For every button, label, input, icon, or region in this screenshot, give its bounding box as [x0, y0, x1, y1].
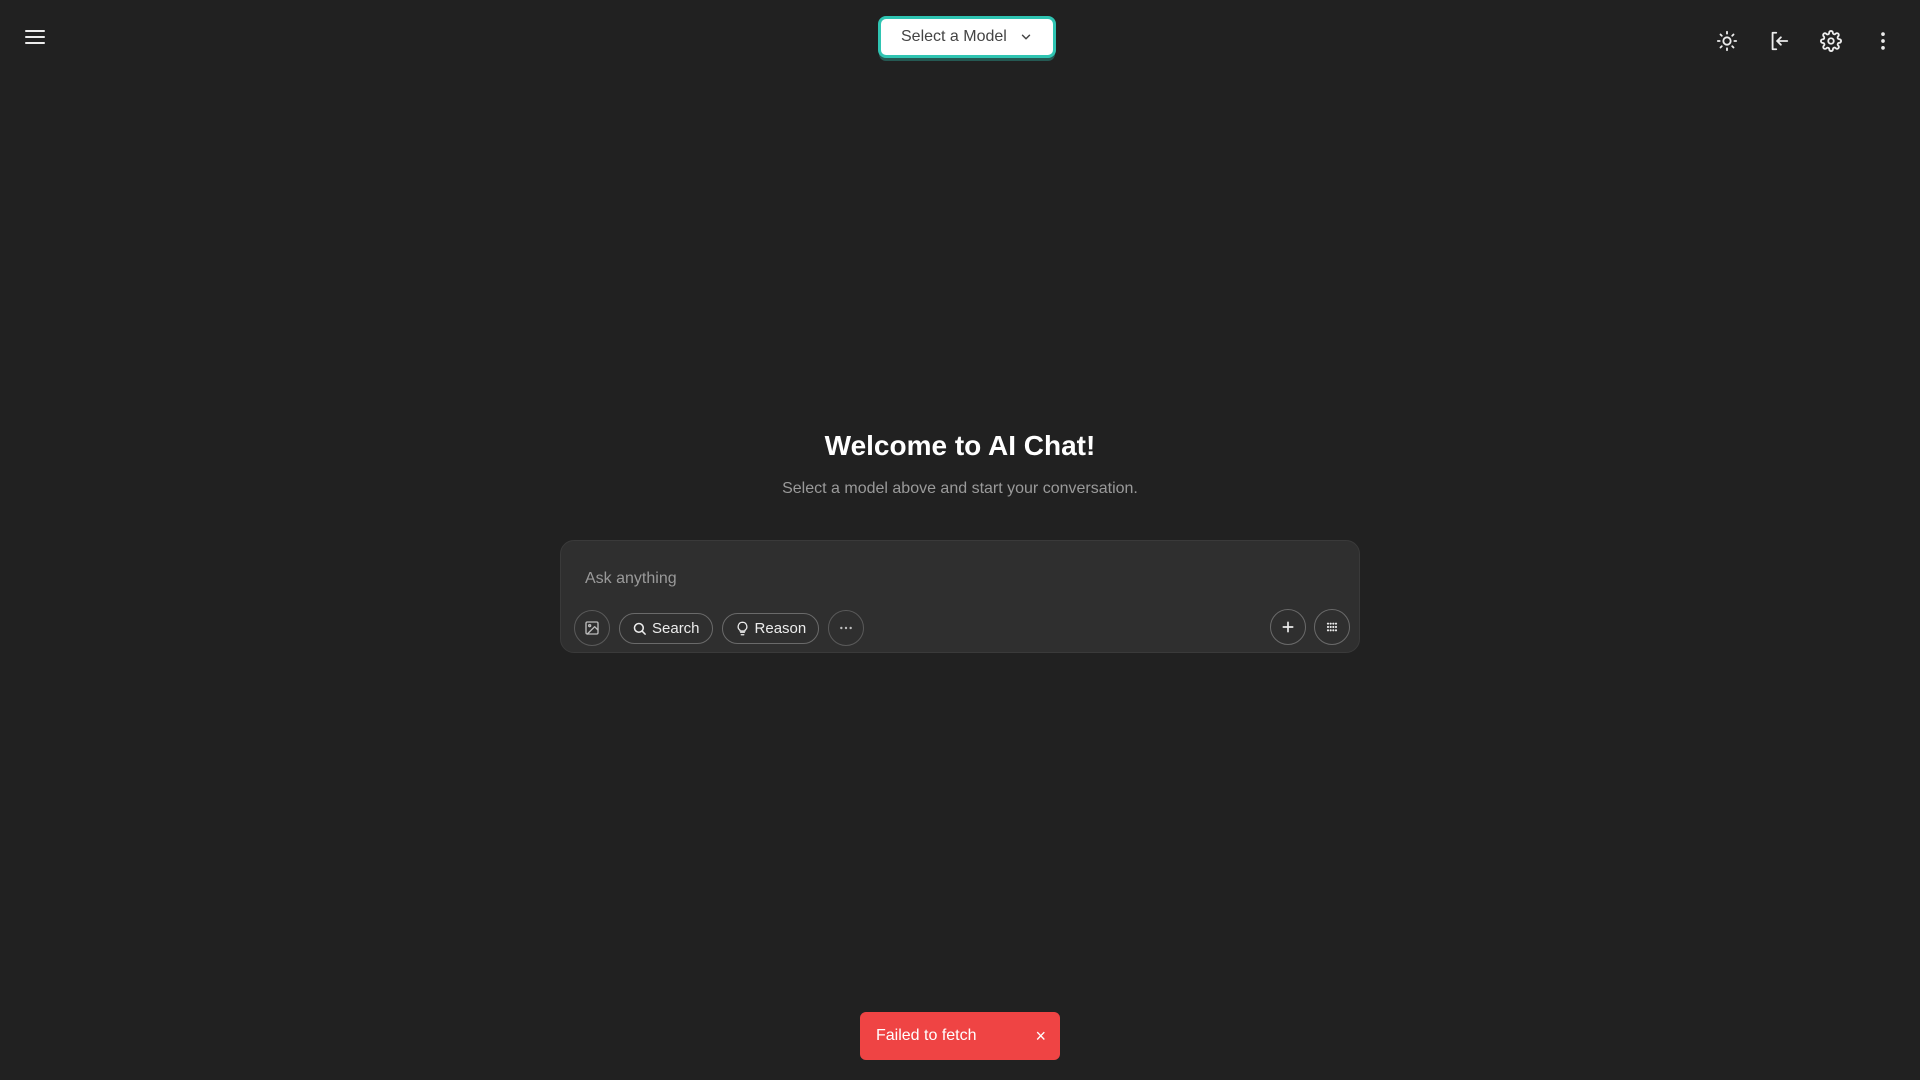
error-toast: Failed to fetch ×	[860, 1012, 1060, 1060]
lightbulb-icon	[737, 621, 747, 635]
logout-icon	[1771, 31, 1789, 51]
hamburger-menu-icon	[25, 30, 45, 44]
app-root: Select a Model Welcome to AI Chat! Selec…	[0, 0, 1920, 1080]
welcome-title: Welcome to AI Chat!	[824, 430, 1096, 461]
toast-message: Failed to fetch	[876, 1027, 977, 1044]
search-icon	[633, 622, 646, 635]
search-button-label: Search	[652, 619, 700, 637]
reason-button[interactable]: Reason	[721, 612, 820, 644]
composer-tools-left: Search Reason	[574, 610, 865, 646]
chat-composer: Search Reason	[560, 540, 1360, 653]
toast-close-button[interactable]: ×	[1035, 1027, 1046, 1045]
grid-dots-icon	[1326, 622, 1338, 632]
sun-icon	[1716, 30, 1738, 52]
header-actions	[1714, 28, 1896, 54]
chevron-down-icon	[1021, 34, 1031, 40]
model-select-label: Select a Model	[901, 28, 1007, 45]
logout-button[interactable]	[1766, 28, 1792, 54]
more-vertical-icon	[1881, 32, 1885, 50]
search-button[interactable]: Search	[619, 612, 713, 644]
chat-input[interactable]	[585, 565, 1325, 593]
plus-icon	[1282, 621, 1294, 633]
reason-button-label: Reason	[754, 619, 807, 637]
image-icon	[585, 621, 599, 635]
more-horizontal-icon	[840, 626, 853, 630]
voice-button[interactable]	[1314, 609, 1350, 645]
more-tools-button[interactable]	[828, 610, 865, 646]
sidebar-toggle-button[interactable]	[20, 22, 50, 52]
theme-toggle-button[interactable]	[1714, 28, 1740, 54]
gear-icon	[1820, 30, 1842, 52]
more-options-button[interactable]	[1870, 28, 1896, 54]
settings-button[interactable]	[1818, 28, 1844, 54]
attach-image-button[interactable]	[574, 610, 610, 646]
add-button[interactable]	[1270, 609, 1306, 645]
model-select-button[interactable]: Select a Model	[878, 16, 1056, 58]
composer-tools-right	[1270, 609, 1350, 645]
welcome-subtitle: Select a model above and start your conv…	[782, 480, 1138, 497]
model-selector: Select a Model	[878, 16, 1056, 58]
welcome-section: Welcome to AI Chat! Select a model above…	[0, 430, 1920, 498]
